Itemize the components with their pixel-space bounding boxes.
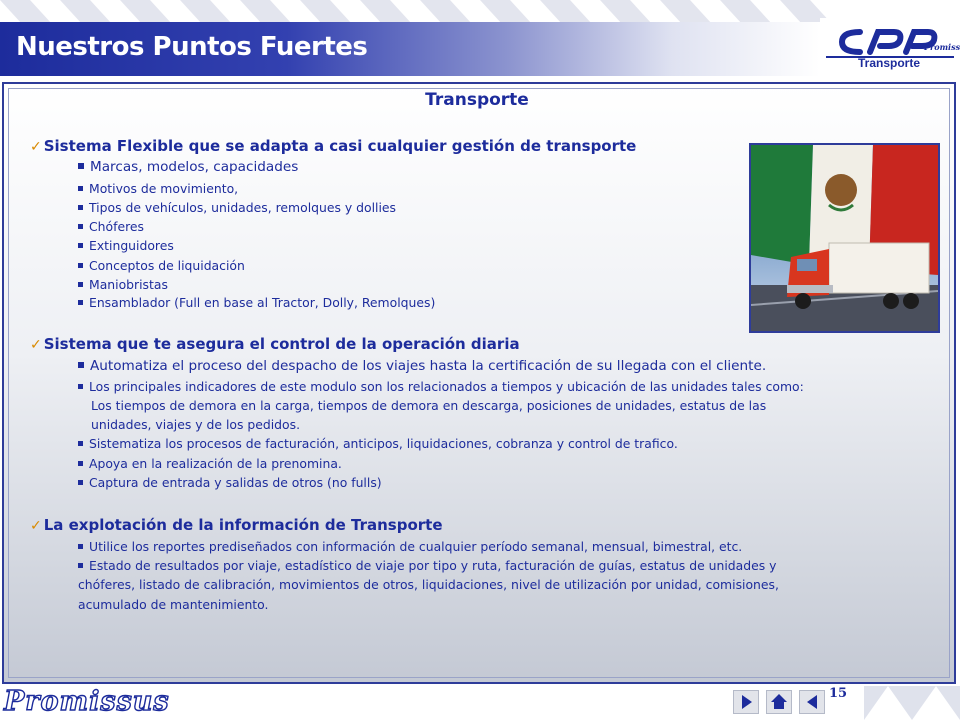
list-item-continuation: chóferes, listado de calibración, movimi… [78, 577, 779, 592]
square-bullet-icon [78, 282, 83, 287]
home-button[interactable] [766, 690, 792, 714]
svg-text:Promissus: Promissus [923, 42, 960, 52]
square-bullet-icon [78, 544, 83, 549]
list-item: Captura de entrada y salidas de otros (n… [78, 475, 382, 490]
square-bullet-icon [78, 362, 84, 368]
square-bullet-icon [78, 163, 84, 169]
list-item: Ensamblador (Full en base al Tractor, Do… [78, 295, 435, 310]
list-item: Sistematiza los procesos de facturación,… [78, 436, 678, 451]
header: Nuestros Puntos Fuertes Promissus Transp… [0, 0, 960, 82]
list-item: Estado de resultados por viaje, estadíst… [78, 558, 776, 573]
square-bullet-icon [78, 480, 83, 485]
square-bullet-icon [78, 263, 83, 268]
check-icon: ✓ [30, 139, 42, 155]
section-heading-text: Sistema que te asegura el control de la … [43, 335, 520, 353]
crp-logo-icon: Promissus [820, 18, 960, 80]
list-item-continuation: Los tiempos de demora en la carga, tiemp… [91, 398, 767, 413]
section-heading-text: La explotación de la información de Tran… [43, 516, 443, 534]
list-item: Chóferes [78, 219, 144, 234]
square-bullet-icon [78, 300, 83, 305]
list-item-continuation: unidades, viajes y de los pedidos. [91, 417, 301, 432]
list-item-continuation: acumulado de mantenimiento. [78, 597, 269, 612]
list-item: Extinguidores [78, 238, 174, 253]
square-bullet-icon [78, 186, 83, 191]
section-title: Transporte [425, 90, 529, 110]
corner-pattern [864, 686, 960, 720]
list-item: Conceptos de liquidación [78, 258, 245, 273]
page-title: Nuestros Puntos Fuertes [16, 32, 368, 62]
list-item: Motivos de movimiento, [78, 181, 238, 196]
next-slide-button[interactable] [733, 690, 759, 714]
list-item: Los principales indicadores de este modu… [78, 379, 804, 394]
logo-label: Transporte [857, 56, 920, 70]
list-item: Apoya en la realización de la prenomina. [78, 456, 342, 471]
list-item: Automatiza el proceso del despacho de lo… [78, 358, 766, 374]
section-heading: ✓ Sistema que te asegura el control de la… [30, 335, 520, 353]
list-item: Maniobristas [78, 277, 168, 292]
page-number: 15 [829, 686, 848, 701]
check-icon: ✓ [30, 518, 42, 534]
list-item: Marcas, modelos, capacidades [78, 159, 298, 175]
square-bullet-icon [78, 224, 83, 229]
truck-flag-illustration [751, 145, 938, 331]
next-arrow-icon [742, 695, 752, 709]
square-bullet-icon [78, 441, 83, 446]
list-item: Tipos de vehículos, unidades, remolques … [78, 200, 396, 215]
prev-slide-button[interactable] [799, 690, 825, 714]
list-item: Utilice los reportes prediseñados con in… [78, 539, 742, 554]
square-bullet-icon [78, 461, 83, 466]
square-bullet-icon [78, 384, 83, 389]
check-icon: ✓ [30, 337, 42, 353]
section-heading: ✓ La explotación de la información de Tra… [30, 516, 443, 534]
prev-arrow-icon [807, 695, 817, 709]
square-bullet-icon [78, 243, 83, 248]
truck-flag-image [749, 143, 940, 333]
home-icon [771, 694, 787, 709]
promissus-logo: Promissus [3, 685, 170, 717]
square-bullet-icon [78, 563, 83, 568]
square-bullet-icon [78, 205, 83, 210]
section-heading: ✓ Sistema Flexible que se adapta a casi c… [30, 137, 636, 155]
section-heading-text: Sistema Flexible que se adapta a casi cu… [43, 137, 637, 155]
header-pattern [0, 0, 960, 24]
